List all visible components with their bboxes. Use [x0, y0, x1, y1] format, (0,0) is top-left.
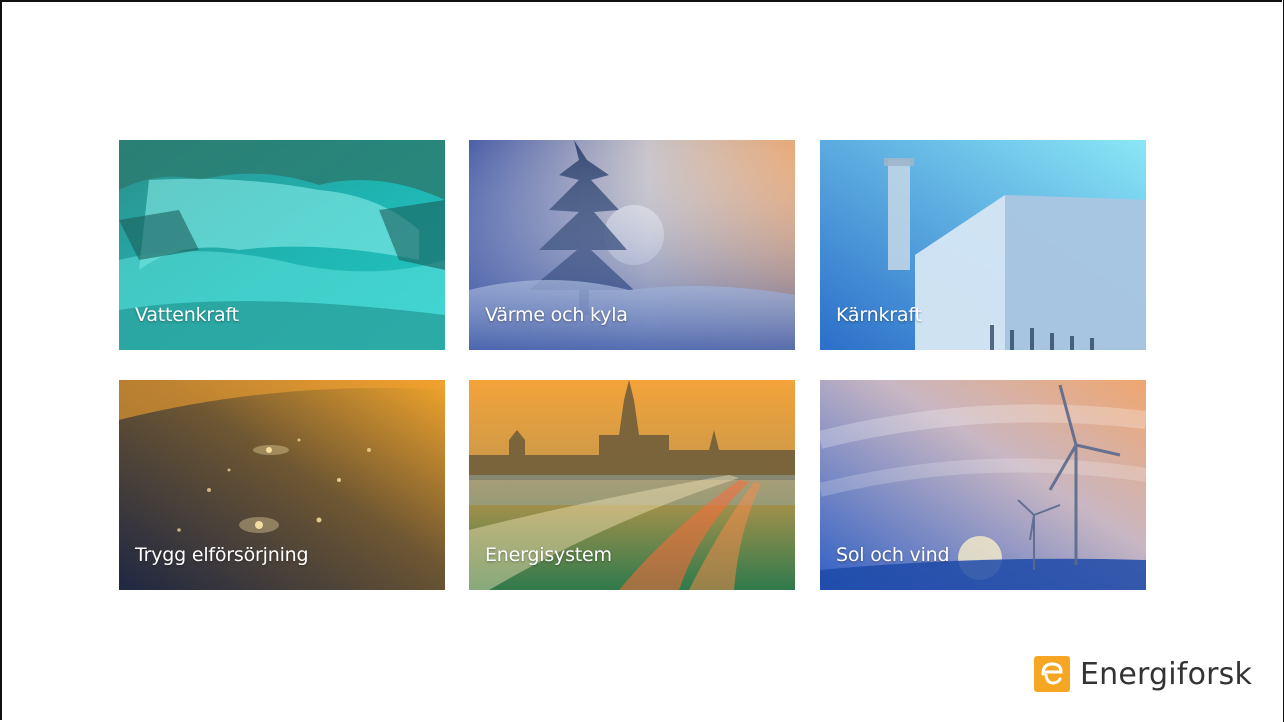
- energiforsk-logo[interactable]: Energiforsk: [1034, 656, 1252, 692]
- screen-frame: [0, 0, 1282, 720]
- tile-label: Vattenkraft: [135, 304, 239, 326]
- tile-label: Energisystem: [485, 544, 612, 566]
- tile-label: Trygg elförsörjning: [135, 544, 309, 566]
- tile-sol-och-vind[interactable]: Sol och vind: [820, 380, 1146, 590]
- tile-label: Kärnkraft: [836, 304, 922, 326]
- tile-varme-och-kyla[interactable]: Värme och kyla: [469, 140, 795, 350]
- tile-label: Värme och kyla: [485, 304, 628, 326]
- logo-text: Energiforsk: [1080, 656, 1253, 692]
- tile-trygg-elforsorjning[interactable]: Trygg elförsörjning: [119, 380, 445, 590]
- energiforsk-logo-icon: [1034, 656, 1070, 692]
- tile-vattenkraft[interactable]: Vattenkraft: [119, 140, 445, 350]
- tile-label: Sol och vind: [836, 544, 950, 566]
- tile-energisystem[interactable]: Energisystem: [469, 380, 795, 590]
- tile-karnkraft[interactable]: Kärnkraft: [820, 140, 1146, 350]
